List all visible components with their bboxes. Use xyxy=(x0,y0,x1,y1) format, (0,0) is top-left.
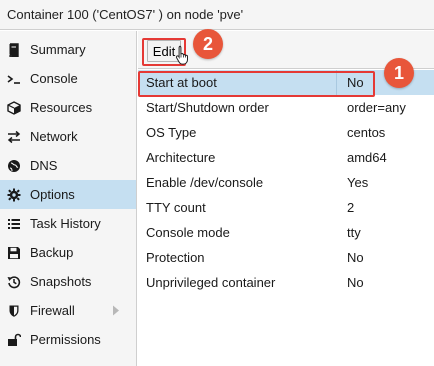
option-key: Console mode xyxy=(146,225,230,240)
unlock-icon xyxy=(7,333,21,347)
option-value: centos xyxy=(347,125,386,140)
sidebar-item-dns[interactable]: DNS xyxy=(0,151,136,180)
sidebar-nav: Summary Console Resources Network DNS Op… xyxy=(0,31,137,366)
title-bar: Container 100 ('CentOS7' ) on node 'pve' xyxy=(0,0,434,30)
history-icon xyxy=(7,275,21,289)
sidebar-item-label: Console xyxy=(30,71,78,86)
table-row[interactable]: OS Type centos xyxy=(138,120,434,145)
option-value: order=any xyxy=(347,100,406,115)
table-row[interactable]: Console mode tty xyxy=(138,220,434,245)
list-icon xyxy=(7,217,21,231)
table-row[interactable]: Architecture amd64 xyxy=(138,145,434,170)
sidebar-item-label: Backup xyxy=(30,245,74,260)
option-value: tty xyxy=(347,225,361,240)
start-at-boot-row-highlight xyxy=(138,71,375,97)
option-key: Enable /dev/console xyxy=(146,175,264,190)
option-key: Start/Shutdown order xyxy=(146,100,269,115)
table-row[interactable]: Unprivileged container No xyxy=(138,270,434,295)
sidebar-item-label: Summary xyxy=(30,42,86,57)
sidebar-item-snapshots[interactable]: Snapshots xyxy=(0,267,136,296)
option-key: Protection xyxy=(146,250,205,265)
sidebar-item-backup[interactable]: Backup xyxy=(0,238,136,267)
option-key: Unprivileged container xyxy=(146,275,276,290)
step-1-badge: 1 xyxy=(384,58,414,88)
sidebar-item-label: Task History xyxy=(30,216,101,231)
sidebar-item-task-history[interactable]: Task History xyxy=(0,209,136,238)
sidebar-item-label: Snapshots xyxy=(30,274,92,289)
sidebar-item-label: Firewall xyxy=(30,303,75,318)
sidebar-item-firewall[interactable]: Firewall xyxy=(0,296,136,325)
step-2-badge: 2 xyxy=(193,29,223,59)
sidebar-item-options[interactable]: Options xyxy=(0,180,136,209)
sidebar-item-label: Permissions xyxy=(30,332,101,347)
floppy-disk-icon xyxy=(7,246,21,260)
terminal-icon xyxy=(7,72,21,86)
sidebar-item-permissions[interactable]: Permissions xyxy=(0,325,136,354)
option-value: amd64 xyxy=(347,150,387,165)
sidebar-item-label: DNS xyxy=(30,158,58,173)
option-value: No xyxy=(347,250,364,265)
sidebar-item-label: Resources xyxy=(30,100,93,115)
globe-icon xyxy=(7,159,21,173)
sidebar-item-label: Options xyxy=(30,187,75,202)
option-value: No xyxy=(347,275,364,290)
sidebar-item-console[interactable]: Console xyxy=(0,64,136,93)
book-icon xyxy=(7,42,21,57)
hand-pointer-icon xyxy=(175,45,190,65)
option-key: TTY count xyxy=(146,200,206,215)
sidebar-item-label: Network xyxy=(30,129,78,144)
sidebar-item-resources[interactable]: Resources xyxy=(0,93,136,122)
table-row[interactable]: TTY count 2 xyxy=(138,195,434,220)
table-row[interactable]: Start/Shutdown order order=any xyxy=(138,95,434,120)
exchange-icon xyxy=(7,130,21,144)
chevron-right-icon xyxy=(112,305,120,316)
option-key: OS Type xyxy=(146,125,197,140)
shield-icon xyxy=(7,304,21,318)
option-key: Architecture xyxy=(146,150,216,165)
table-row[interactable]: Protection No xyxy=(138,245,434,270)
window-title: Container 100 ('CentOS7' ) on node 'pve' xyxy=(7,7,244,22)
sidebar-item-summary[interactable]: Summary xyxy=(0,35,136,64)
sidebar-item-network[interactable]: Network xyxy=(0,122,136,151)
gear-icon xyxy=(7,188,21,202)
option-value: Yes xyxy=(347,175,369,190)
options-panel: Edit 2 Start at boot No Start/Shutdown o… xyxy=(138,29,434,366)
cube-icon xyxy=(7,100,21,115)
table-row[interactable]: Enable /dev/console Yes xyxy=(138,170,434,195)
option-value: 2 xyxy=(347,200,355,215)
